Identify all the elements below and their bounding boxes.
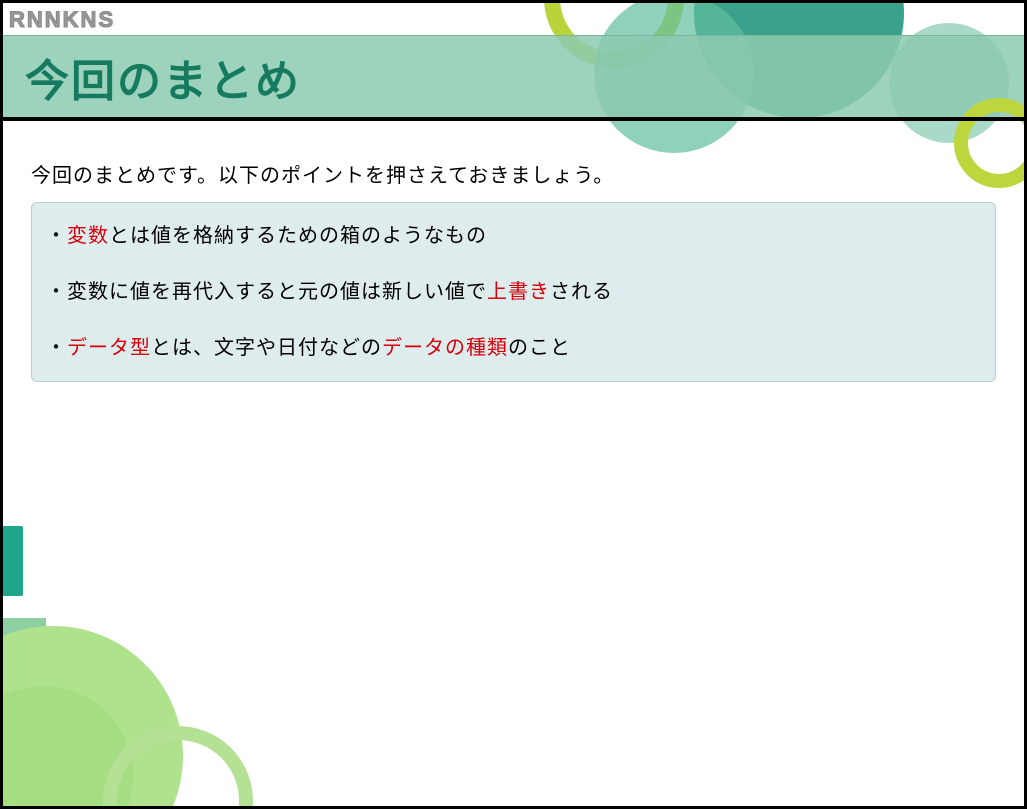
- accent-text: 上書き: [487, 281, 550, 303]
- accent-text: データの種類: [382, 337, 508, 359]
- intro-text: 今回のまとめです。以下のポイントを押さえておきましょう。: [31, 159, 996, 188]
- points-box: ・変数とは値を格納するための箱のようなもの ・変数に値を再代入すると元の値は新し…: [31, 202, 996, 382]
- text: のこと: [508, 337, 571, 359]
- header: RNNKNS 今回のまとめ: [3, 3, 1024, 119]
- text: とは、文字や日付などの: [151, 337, 382, 359]
- title-bar: 今回のまとめ: [3, 35, 1024, 117]
- text: 変数に値を再代入すると元の値は新しい値で: [67, 281, 487, 303]
- list-item: ・変数とは値を格納するための箱のようなもの: [46, 221, 981, 251]
- logo: RNNKNS: [9, 7, 115, 33]
- bullet: ・: [46, 281, 67, 303]
- slide: RNNKNS 今回のまとめ 今回のまとめです。以下のポイントを押さえておきましょ…: [0, 0, 1027, 809]
- accent-text: データ型: [67, 337, 151, 359]
- list-item: ・変数に値を再代入すると元の値は新しい値で上書きされる: [46, 277, 981, 307]
- list-item: ・データ型とは、文字や日付などのデータの種類のこと: [46, 333, 981, 363]
- accent-text: 変数: [67, 225, 109, 247]
- text: される: [550, 281, 613, 303]
- bullet: ・: [46, 337, 67, 359]
- bullet: ・: [46, 225, 67, 247]
- decor-bar: [0, 526, 23, 596]
- divider: [3, 117, 1024, 121]
- page-title: 今回のまとめ: [25, 45, 301, 109]
- text: とは値を格納するための箱のようなもの: [109, 225, 487, 247]
- content: 今回のまとめです。以下のポイントを押さえておきましょう。 ・変数とは値を格納する…: [3, 119, 1024, 382]
